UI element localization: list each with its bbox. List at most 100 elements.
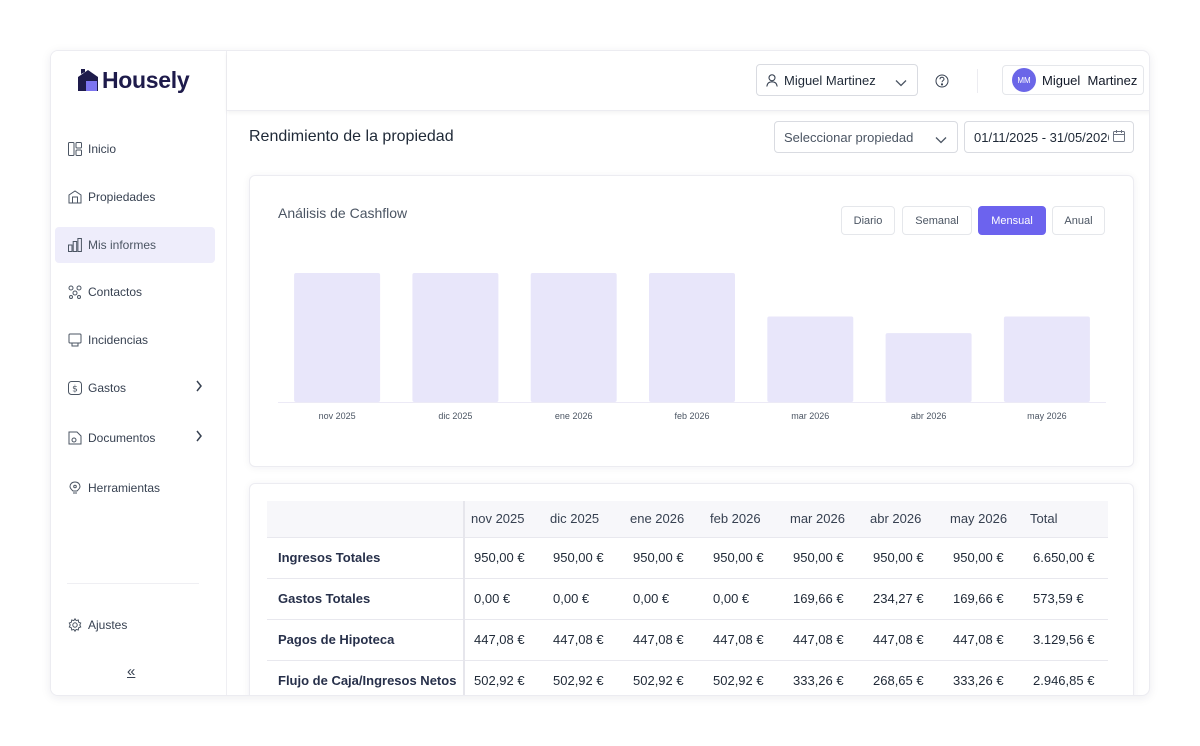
chart-x-tick-label: nov 2025: [319, 411, 356, 421]
table-cell: 0,00 €: [464, 577, 544, 619]
chart-bar[interactable]: [294, 273, 381, 402]
table-row-label: Gastos Totales: [267, 577, 465, 619]
table-row: Flujo de Caja/Ingresos Netos 502,92 €502,…: [267, 659, 1108, 695]
table-header-blank: [267, 501, 465, 537]
chart-bar[interactable]: [1003, 316, 1090, 403]
table-cell: 950,00 €: [464, 536, 544, 578]
cashflow-bar-chart: nov 2025 dic 2025 ene 2026 feb 2026 mar 2026…: [278, 273, 1106, 421]
property-select-placeholder: Seleccionar propiedad: [784, 129, 914, 145]
app-window: Housely Inicio Propiedades Mis informes: [50, 50, 1150, 696]
building-icon: [67, 190, 82, 205]
chart-x-tick-label: abr 2026: [911, 411, 947, 421]
table-header-cell: abr 2026: [864, 501, 944, 537]
sidebar-item-label: Propiedades: [88, 190, 156, 204]
table-cell: 6.650,00 €: [1024, 536, 1108, 578]
chart-x-tick-label: ene 2026: [555, 411, 593, 421]
table-cell: 447,08 €: [704, 618, 784, 660]
table-row-label: Flujo de Caja/Ingresos Netos: [267, 659, 465, 695]
collapse-sidebar-button[interactable]: «: [127, 663, 135, 680]
table-cell: 950,00 €: [944, 536, 1024, 578]
page-title: Rendimiento de la propiedad: [249, 128, 454, 145]
document-icon: [67, 431, 82, 446]
sidebar-item-contactos[interactable]: Contactos: [55, 274, 215, 310]
table-header-cell: ene 2026: [624, 501, 704, 537]
logo[interactable]: Housely: [77, 65, 190, 95]
date-range-value: 01/11/2025 - 31/05/2026: [974, 129, 1115, 145]
table-cell: 234,27 €: [864, 577, 944, 619]
sidebar-item-ajustes[interactable]: Ajustes: [55, 607, 215, 643]
house-logo-icon: [78, 69, 98, 91]
cashflow-table: nov 2025 dic 2025 ene 2026 feb 2026 mar 2026…: [267, 501, 1108, 695]
sidebar-divider: [67, 583, 199, 584]
chevron-down-icon: [895, 75, 907, 90]
table-cell: 502,92 €: [544, 659, 624, 695]
sidebar-item-gastos[interactable]: $ Gastos: [55, 370, 215, 406]
table-row: Gastos Totales 0,00 €0,00 €0,00 €0,00 €16…: [267, 577, 1108, 619]
table-row-label: Pagos de Hipoteca: [267, 618, 465, 660]
sidebar-item-propiedades[interactable]: Propiedades: [55, 179, 215, 215]
sidebar-item-documentos[interactable]: Documentos: [55, 420, 215, 456]
sidebar-item-incidencias[interactable]: Incidencias: [55, 322, 215, 358]
topbar-divider: [977, 69, 978, 93]
chart-x-tick-label: mar 2026: [791, 411, 829, 421]
table-cell: 950,00 €: [784, 536, 864, 578]
profile-button[interactable]: MM Miguel Martinez: [1002, 65, 1144, 95]
table-cell: 268,65 €: [864, 659, 944, 695]
cashflow-table-card: nov 2025 dic 2025 ene 2026 feb 2026 mar 2026…: [249, 483, 1134, 695]
table-header-cell: Total: [1024, 501, 1108, 537]
sidebar-item-inicio[interactable]: Inicio: [55, 131, 215, 167]
chart-x-tick-label: dic 2025: [438, 411, 472, 421]
table-cell: 3.129,56 €: [1024, 618, 1108, 660]
table-header-cell: may 2026: [944, 501, 1024, 537]
table-cell: 0,00 €: [544, 577, 624, 619]
table-cell: 2.946,85 €: [1024, 659, 1108, 695]
chart-bar[interactable]: [767, 316, 854, 403]
table-cell: 169,66 €: [784, 577, 864, 619]
chart-x-tick-label: feb 2026: [674, 411, 709, 421]
gear-icon: [67, 618, 82, 633]
table-header-row: nov 2025 dic 2025 ene 2026 feb 2026 mar 2026…: [267, 501, 1108, 537]
sidebar-item-label: Mis informes: [88, 238, 157, 252]
table-row: Pagos de Hipoteca 447,08 €447,08 €447,08 …: [267, 618, 1108, 660]
table-row: Ingresos Totales 950,00 €950,00 €950,00 €…: [267, 536, 1108, 578]
sidebar-item-herramientas[interactable]: Herramientas: [55, 470, 215, 506]
date-range-input[interactable]: 01/11/2025 - 31/05/2026: [964, 121, 1134, 153]
table-cell: 573,59 €: [1024, 577, 1108, 619]
table-cell: 0,00 €: [704, 577, 784, 619]
user-select-value: Miguel Martinez: [784, 72, 876, 88]
chart-bar[interactable]: [412, 273, 499, 402]
bar-chart-icon: [67, 238, 82, 253]
sidebar-item-label: Contactos: [88, 285, 143, 299]
chart-bar[interactable]: [530, 273, 617, 402]
help-icon[interactable]: [935, 74, 949, 93]
user-icon: [766, 73, 778, 87]
table-cell: 447,08 €: [464, 618, 544, 660]
sidebar-item-label: Gastos: [88, 381, 127, 395]
user-select[interactable]: Miguel Martinez: [756, 64, 918, 96]
table-cell: 447,08 €: [864, 618, 944, 660]
table-cell: 447,08 €: [624, 618, 704, 660]
sidebar-item-label: Inicio: [88, 142, 117, 156]
table-header-cell: mar 2026: [784, 501, 864, 537]
table-cell: 950,00 €: [624, 536, 704, 578]
sidebar-item-mis-informes[interactable]: Mis informes: [55, 227, 215, 263]
sidebar-item-label: Incidencias: [88, 333, 149, 347]
contacts-icon: [67, 285, 82, 300]
table-cell: 447,08 €: [544, 618, 624, 660]
svg-text:$: $: [72, 385, 78, 395]
bulb-icon: [67, 481, 82, 496]
chevron-down-icon: [935, 132, 947, 147]
table-cell: 950,00 €: [864, 536, 944, 578]
sidebar-item-label: Herramientas: [88, 481, 161, 495]
sidebar: Housely Inicio Propiedades Mis informes: [51, 51, 227, 695]
chart-bar[interactable]: [885, 333, 972, 402]
chart-x-tick-label: may 2026: [1027, 411, 1067, 421]
table-header-cell: dic 2025: [544, 501, 624, 537]
sidebar-item-label: Documentos: [88, 431, 156, 445]
chart-bar[interactable]: [649, 273, 735, 402]
table-cell: 333,26 €: [944, 659, 1024, 695]
property-select[interactable]: Seleccionar propiedad: [774, 121, 958, 153]
table-cell: 169,66 €: [944, 577, 1024, 619]
table-cell: 950,00 €: [544, 536, 624, 578]
dashboard-icon: [67, 142, 82, 157]
